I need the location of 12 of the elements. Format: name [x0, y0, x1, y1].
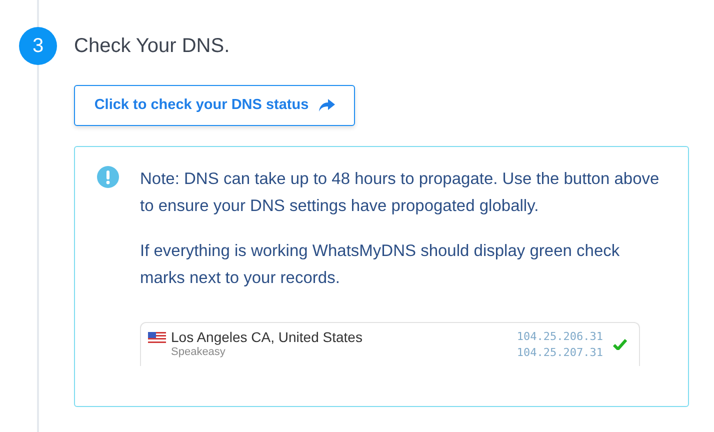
notice-text: Note: DNS can take up to 48 hours to propagate. Use the button above to ensure your DNS settings have propogated globally. — [140, 169, 660, 217]
step-number: 3 — [19, 27, 57, 65]
ip-address: 104.25.207.31 — [516, 345, 603, 361]
share-arrow-icon — [318, 99, 335, 112]
step-title: Check Your DNS. — [74, 34, 231, 59]
check-dns-button[interactable]: Click to check your DNS status — [74, 85, 355, 126]
ip-address: 104.25.206.31 — [516, 329, 603, 345]
location-name: Los Angeles CA, United States — [171, 329, 362, 345]
notice-text: If everything is working WhatsMyDNS should display green check marks next to your records. — [140, 241, 621, 289]
flag-icon — [148, 332, 166, 343]
provider-name: Speakeasy — [171, 345, 226, 359]
exclamation-icon — [97, 166, 119, 188]
